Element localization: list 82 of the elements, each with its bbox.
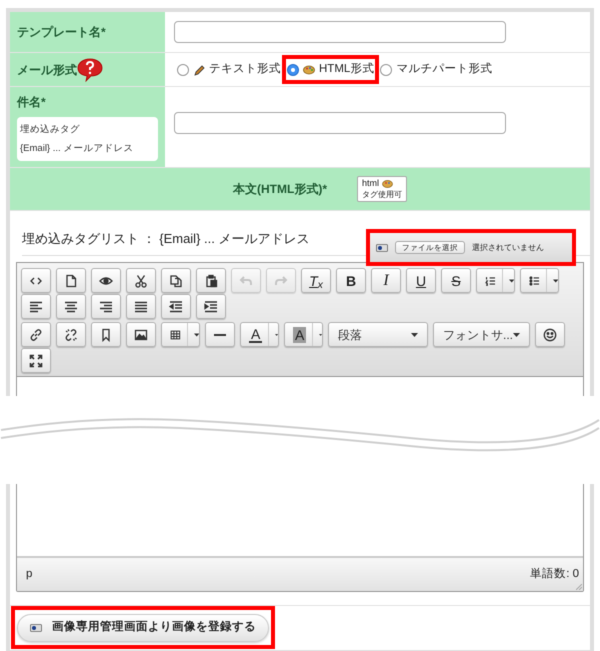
caret-icon: [411, 332, 418, 336]
file-status-text: 選択されていません: [472, 242, 544, 254]
table-icon: [170, 328, 181, 342]
radio-button[interactable]: [177, 64, 189, 76]
camera-icon: [376, 244, 388, 252]
undo-icon: [239, 274, 253, 288]
field-label: メール形式: [17, 62, 77, 78]
toolbar-button[interactable]: [520, 268, 559, 293]
image-icon: [134, 328, 148, 342]
outdent-icon: [169, 300, 183, 314]
caret-icon: [318, 332, 322, 336]
align-left-icon: [29, 300, 43, 314]
toolbar-button[interactable]: [196, 294, 226, 319]
horizontal-line-icon: [213, 334, 227, 336]
badge-text: タグ使用可: [362, 189, 402, 200]
toolbar-button[interactable]: [205, 322, 235, 347]
indent-icon: [204, 300, 218, 314]
toolbar-button[interactable]: [91, 268, 121, 293]
note-text: {Email} ... メールアドレス: [20, 142, 134, 156]
field-label: テンプレート名*: [17, 24, 106, 41]
palette-icon: [303, 64, 315, 74]
toolbar-button[interactable]: U: [406, 268, 436, 293]
toolbar-button[interactable]: [126, 294, 156, 319]
toolbar-button[interactable]: [476, 268, 515, 293]
scissors-icon: [134, 274, 148, 288]
toolbar-button[interactable]: S: [441, 268, 471, 293]
fullscreen-icon: [29, 354, 43, 368]
radio-option[interactable]: HTML形式: [282, 55, 380, 84]
toolbar-button[interactable]: I: [371, 268, 401, 293]
word-count: 単語数: 0: [530, 566, 579, 582]
toolbar-button[interactable]: [196, 268, 226, 293]
caret-icon: [513, 332, 520, 336]
caret-icon: [274, 332, 278, 336]
text-field[interactable]: [174, 112, 506, 134]
link-icon: [29, 328, 43, 342]
toolbar-button[interactable]: [161, 268, 191, 293]
smiley-icon: [543, 328, 558, 342]
register-image-button[interactable]: 画像専用管理画面より画像を登録する: [17, 614, 269, 642]
toolbar-button[interactable]: [126, 322, 156, 347]
toolbar-button[interactable]: [535, 322, 566, 347]
radio-button[interactable]: [287, 64, 299, 76]
text-field[interactable]: [174, 21, 506, 43]
section-title: 本文(HTML形式)*: [233, 181, 327, 198]
toolbar-button[interactable]: [91, 322, 121, 347]
element-path: p: [26, 566, 32, 582]
toolbar-button[interactable]: T$_{x}$: [301, 268, 331, 293]
redo-icon: [274, 274, 288, 288]
camera-icon: [30, 624, 42, 632]
pencil-icon: [193, 64, 205, 76]
toolbar-button[interactable]: [161, 322, 200, 347]
align-center-icon: [64, 300, 78, 314]
format-dropdown[interactable]: フォントサ...: [433, 322, 530, 347]
caret-icon: [552, 278, 558, 282]
toolbar-button[interactable]: [126, 268, 156, 293]
align-right-icon: [99, 300, 113, 314]
toolbar-button[interactable]: [161, 294, 191, 319]
toolbar-button[interactable]: [56, 294, 86, 319]
toolbar-button[interactable]: [91, 294, 121, 319]
resize-grip-icon: [576, 584, 582, 590]
palette-icon: [382, 180, 393, 188]
note-title: 埋め込みタグ: [20, 123, 81, 137]
toolbar-button[interactable]: [21, 268, 51, 293]
caret-icon: [508, 278, 514, 282]
document-icon: [64, 274, 78, 288]
toolbar-button[interactable]: A: [284, 322, 323, 347]
format-dropdown[interactable]: 段落: [328, 322, 428, 347]
toolbar-button[interactable]: [21, 294, 51, 319]
unlink-icon: [64, 328, 78, 342]
bullet-list-icon: [529, 274, 540, 288]
field-label: 件名*: [17, 94, 46, 111]
toolbar-button[interactable]: B: [336, 268, 366, 293]
copy-icon: [169, 274, 183, 288]
toolbar-button[interactable]: [56, 322, 86, 347]
clipboard-icon: [204, 274, 218, 288]
radio-button[interactable]: [380, 64, 392, 76]
toolbar-button[interactable]: A: [240, 322, 279, 347]
toolbar-button[interactable]: [21, 348, 51, 373]
justify-icon: [134, 300, 148, 314]
badge-text: html: [362, 178, 379, 189]
toolbar-button[interactable]: [21, 322, 51, 347]
caret-icon: [194, 332, 199, 336]
toolbar-button[interactable]: [56, 268, 86, 293]
